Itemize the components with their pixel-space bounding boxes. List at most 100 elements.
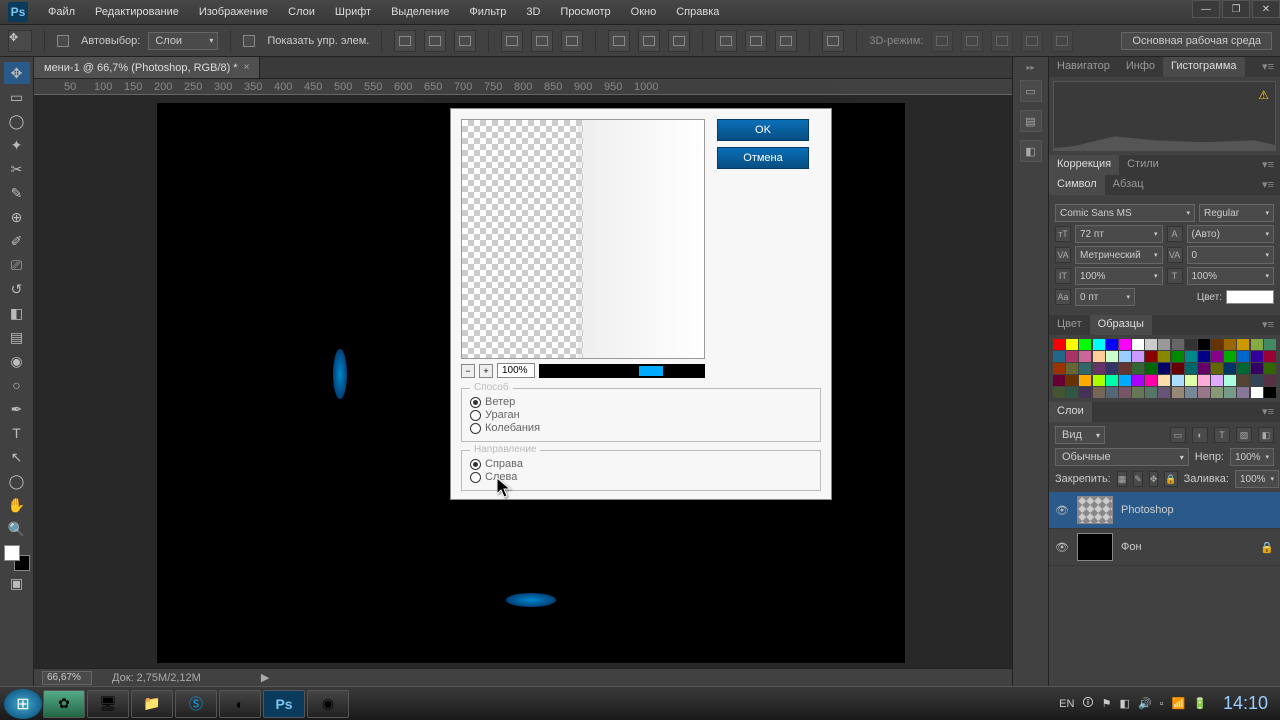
menu-image[interactable]: Изображение	[199, 6, 268, 18]
warning-icon[interactable]: ⚠	[1258, 88, 1269, 102]
swatches-tab[interactable]: Образцы	[1090, 315, 1152, 335]
font-style-dropdown[interactable]: Regular	[1199, 204, 1274, 222]
color-swatch[interactable]	[1066, 375, 1078, 386]
color-swatch[interactable]	[1106, 363, 1118, 374]
distribute-icon[interactable]	[668, 30, 690, 52]
visibility-icon[interactable]: 👁	[1055, 541, 1069, 554]
color-swatch[interactable]	[1251, 375, 1263, 386]
color-swatch[interactable]	[1224, 351, 1236, 362]
menu-select[interactable]: Выделение	[391, 6, 449, 18]
taskbar-chrome-icon[interactable]: ◐	[219, 690, 261, 718]
color-swatch[interactable]	[1172, 387, 1184, 398]
color-swatch[interactable]	[1172, 351, 1184, 362]
color-swatch[interactable]	[1264, 339, 1276, 350]
history-brush-tool[interactable]: ↺	[4, 278, 30, 300]
color-swatch[interactable]	[1093, 351, 1105, 362]
color-swatch[interactable]	[1145, 387, 1157, 398]
color-swatch[interactable]	[1079, 363, 1091, 374]
color-swatch[interactable]	[1079, 339, 1091, 350]
menu-filter[interactable]: Фильтр	[469, 6, 506, 18]
panel-menu-icon[interactable]: ▾≡	[1256, 402, 1280, 422]
menu-edit[interactable]: Редактирование	[95, 6, 179, 18]
direction-right-radio[interactable]: Справа	[470, 458, 812, 470]
color-swatch[interactable]	[1172, 339, 1184, 350]
adjustments-tab[interactable]: Коррекция	[1049, 155, 1119, 175]
color-swatch[interactable]	[1158, 375, 1170, 386]
menu-type[interactable]: Шрифт	[335, 6, 371, 18]
align-icon[interactable]	[454, 30, 476, 52]
foreground-color[interactable]	[4, 545, 20, 561]
color-swatch[interactable]	[1053, 363, 1065, 374]
dodge-tool[interactable]: ○	[4, 374, 30, 396]
zoom-in-button[interactable]: +	[479, 364, 493, 378]
zoom-slider[interactable]	[539, 364, 705, 378]
font-family-dropdown[interactable]: Comic Sans MS	[1055, 204, 1195, 222]
color-tab[interactable]: Цвет	[1049, 315, 1090, 335]
styles-tab[interactable]: Стили	[1119, 155, 1167, 175]
color-swatch[interactable]	[1119, 363, 1131, 374]
tray-icon[interactable]: ▫	[1160, 698, 1164, 710]
color-swatch[interactable]	[1132, 387, 1144, 398]
color-swatch[interactable]	[1211, 375, 1223, 386]
panel-menu-icon[interactable]: ▾≡	[1256, 315, 1280, 335]
preview-image[interactable]	[461, 119, 705, 359]
visibility-icon[interactable]: 👁	[1055, 504, 1069, 517]
method-blast-radio[interactable]: Ураган	[470, 409, 812, 421]
fill-field[interactable]: 100%	[1235, 470, 1279, 488]
color-swatch[interactable]	[1158, 387, 1170, 398]
layer-thumbnail[interactable]	[1077, 496, 1113, 524]
color-swatch[interactable]	[1119, 375, 1131, 386]
method-wind-radio[interactable]: Ветер	[470, 396, 812, 408]
color-swatch[interactable]	[1093, 339, 1105, 350]
zoom-percent-field[interactable]: 100%	[497, 363, 535, 378]
tracking-field[interactable]: 0	[1187, 246, 1275, 264]
color-swatch[interactable]	[1264, 387, 1276, 398]
opacity-field[interactable]: 100%	[1230, 448, 1274, 466]
vscale-field[interactable]: 100%	[1075, 267, 1163, 285]
tray-icon[interactable]: 📶	[1172, 697, 1186, 710]
color-swatch[interactable]	[1106, 387, 1118, 398]
align-icon[interactable]	[501, 30, 523, 52]
document-tab[interactable]: мени-1 @ 66,7% (Photoshop, RGB/8) * ×	[34, 57, 260, 78]
lock-all-icon[interactable]: 🔒	[1164, 471, 1177, 487]
color-swatch[interactable]	[1264, 363, 1276, 374]
color-swatch[interactable]	[1224, 363, 1236, 374]
color-swatch[interactable]	[1158, 363, 1170, 374]
color-swatch[interactable]	[1251, 387, 1263, 398]
color-swatch[interactable]	[1211, 387, 1223, 398]
color-swatch[interactable]	[1066, 363, 1078, 374]
menu-layers[interactable]: Слои	[288, 6, 315, 18]
stamp-tool[interactable]: ⎚	[4, 254, 30, 276]
color-swatch[interactable]	[1093, 363, 1105, 374]
color-swatch[interactable]	[1224, 375, 1236, 386]
color-swatch[interactable]	[1198, 351, 1210, 362]
direction-left-radio[interactable]: Слева	[470, 471, 812, 483]
leading-field[interactable]: (Авто)	[1187, 225, 1275, 243]
layer-item[interactable]: 👁 Фон 🔒	[1049, 529, 1280, 566]
color-swatch[interactable]	[1211, 363, 1223, 374]
blur-tool[interactable]: ◉	[4, 350, 30, 372]
close-tab-icon[interactable]: ×	[244, 62, 250, 73]
color-swatch[interactable]	[1237, 339, 1249, 350]
eraser-tool[interactable]: ◧	[4, 302, 30, 324]
color-swatch[interactable]	[1251, 351, 1263, 362]
dock-icon[interactable]: ▤	[1020, 110, 1042, 132]
language-indicator[interactable]: EN	[1059, 698, 1074, 710]
color-swatch[interactable]	[1079, 375, 1091, 386]
color-swatch[interactable]	[1066, 351, 1078, 362]
menu-3d[interactable]: 3D	[526, 6, 540, 18]
minimize-button[interactable]: —	[1192, 0, 1220, 18]
align-icon[interactable]	[394, 30, 416, 52]
color-swatch[interactable]	[1185, 375, 1197, 386]
pen-tool[interactable]: ✒	[4, 398, 30, 420]
distribute-icon[interactable]	[608, 30, 630, 52]
color-swatch[interactable]	[1145, 375, 1157, 386]
quickmask-toggle[interactable]: ▣	[4, 572, 30, 594]
character-tab[interactable]: Символ	[1049, 175, 1105, 195]
color-swatch[interactable]	[1119, 387, 1131, 398]
color-swatch[interactable]	[1132, 351, 1144, 362]
color-swatch[interactable]	[1106, 351, 1118, 362]
paragraph-tab[interactable]: Абзац	[1105, 175, 1152, 195]
marquee-tool[interactable]: ▭	[4, 86, 30, 108]
taskbar-photoshop-icon[interactable]: Ps	[263, 690, 305, 718]
